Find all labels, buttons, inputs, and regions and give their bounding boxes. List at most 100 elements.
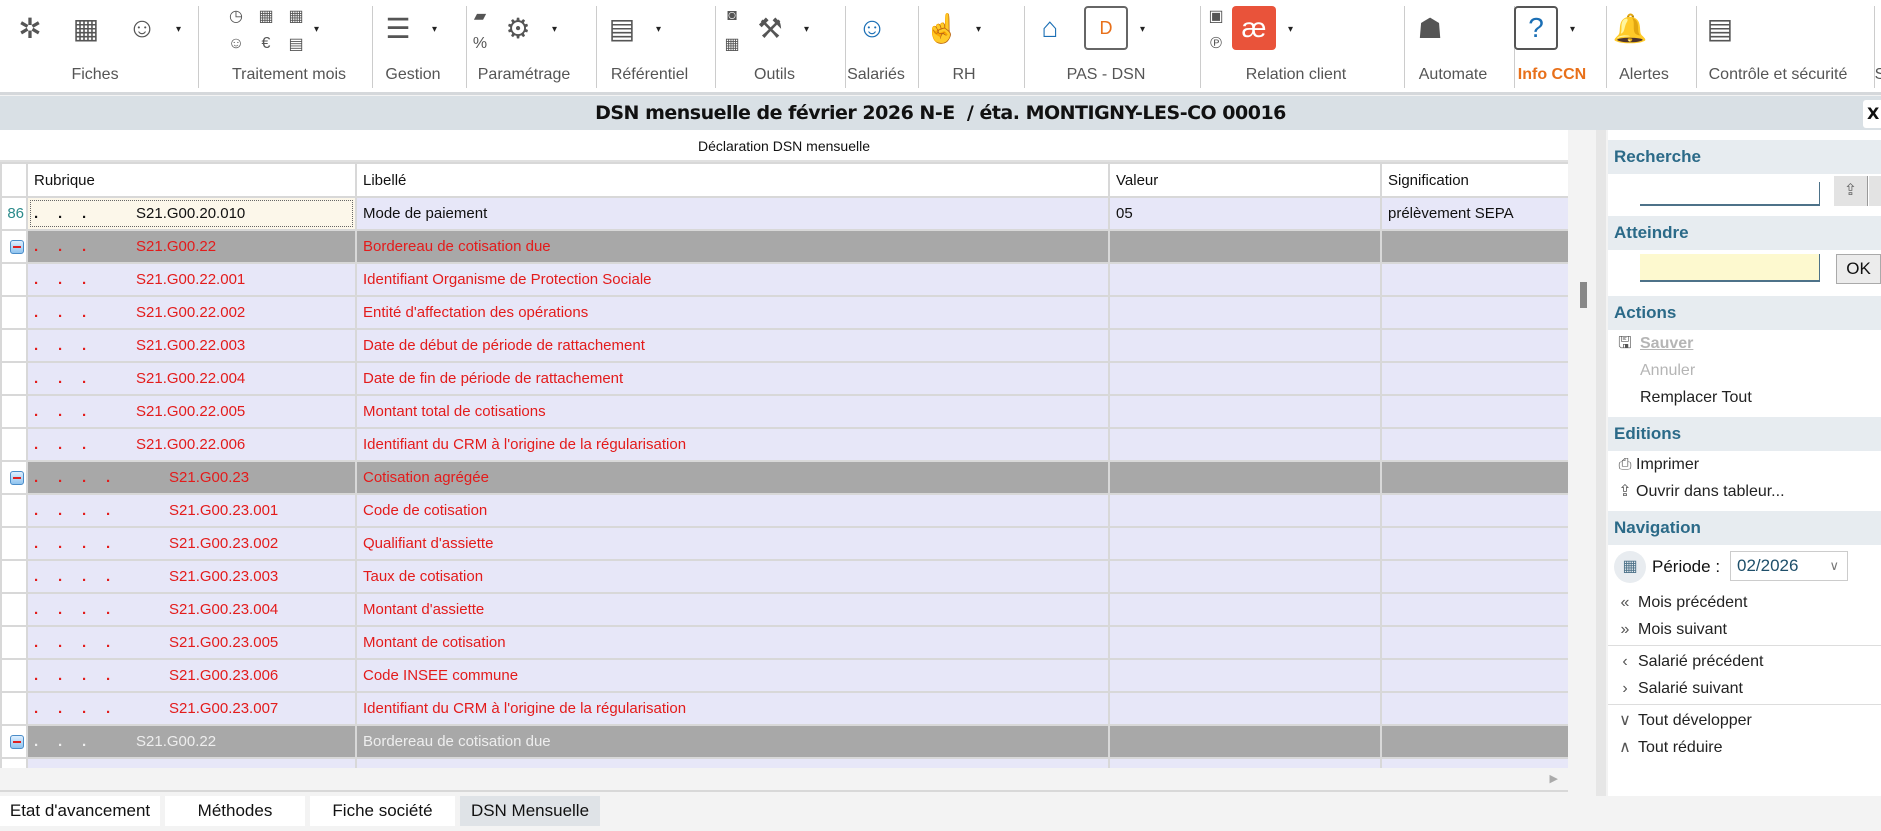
dropdown-caret-icon[interactable]: ▾: [1288, 24, 1293, 35]
goto-input[interactable]: [1640, 254, 1820, 282]
toolbar-group-label[interactable]: Info CCN: [1506, 66, 1598, 84]
gears-icon[interactable]: ⚙: [496, 6, 540, 50]
cell-signification[interactable]: [1380, 394, 1570, 429]
cell-signification[interactable]: [1380, 361, 1570, 396]
cell-libelle[interactable]: Identifiant du CRM à l'origine de la rég…: [355, 691, 1110, 726]
goto-ok-button[interactable]: OK: [1836, 254, 1881, 284]
table-row[interactable]: .... S21.G00.23.007 Identifiant du CRM à l…: [0, 691, 1570, 726]
table-row[interactable]: 86... S21.G00.20.010 Mode de paiement 05 pré…: [0, 196, 1570, 231]
collapse-minus-icon[interactable]: [10, 735, 24, 750]
dsn-icon[interactable]: D: [1084, 6, 1128, 50]
table-group-row[interactable]: ... S21.G00.22 Bordereau de cotisation due: [0, 724, 1570, 759]
table-row[interactable]: .... S21.G00.23.005 Montant de cotisation: [0, 625, 1570, 660]
table-row[interactable]: .... S21.G00.23.001 Code de cotisation: [0, 493, 1570, 528]
cell-rubrique[interactable]: .... S21.G00.23.001: [26, 493, 357, 528]
cell-rubrique[interactable]: .... S21.G00.23.004: [26, 592, 357, 627]
robot-icon[interactable]: ☗: [1408, 6, 1452, 50]
tools-icon[interactable]: ⚒: [748, 6, 792, 50]
person-card-icon[interactable]: ☺: [120, 6, 164, 50]
cell-libelle[interactable]: Mode de paiement: [355, 196, 1110, 231]
dropdown-caret-icon[interactable]: ▾: [656, 24, 661, 35]
folder-eye-icon[interactable]: ▰: [468, 4, 492, 28]
cell-libelle[interactable]: Qualifiant d'assiette: [355, 526, 1110, 561]
people-icon[interactable]: ☺: [850, 6, 894, 50]
network-icon[interactable]: ✲: [8, 6, 52, 50]
table-row[interactable]: ... S21.G00.22.001 Identifiant Organisme d…: [0, 262, 1570, 297]
cell-valeur[interactable]: [1108, 526, 1382, 561]
cell-signification[interactable]: [1380, 724, 1570, 759]
open-spreadsheet-action[interactable]: ⇪ Ouvrir dans tableur...: [1608, 478, 1881, 505]
table-group-row[interactable]: ... S21.G00.22 Bordereau de cotisation due: [0, 229, 1570, 264]
dropdown-caret-icon[interactable]: ▾: [976, 24, 981, 35]
toolbar-group-label[interactable]: Paramétrage: [460, 66, 588, 84]
person-edit-icon[interactable]: ☺: [224, 32, 248, 56]
cell-valeur[interactable]: [1108, 592, 1382, 627]
clock-check-icon[interactable]: ◷: [224, 4, 248, 28]
cell-signification[interactable]: [1380, 427, 1570, 462]
search-export-button[interactable]: ⇪: [1834, 176, 1868, 206]
period-select[interactable]: 02/2026 ∨: [1730, 551, 1848, 581]
save-action[interactable]: 🖫 Sauver: [1608, 330, 1881, 357]
panel-splitter[interactable]: [1596, 130, 1606, 796]
cell-signification[interactable]: [1380, 658, 1570, 693]
book-search-icon[interactable]: ▤: [600, 6, 644, 50]
close-button[interactable]: X: [1863, 100, 1881, 128]
cell-rubrique[interactable]: ... S21.G00.22.006: [26, 427, 357, 462]
cell-libelle[interactable]: Entité d'affectation des opérations: [355, 295, 1110, 330]
toolbar-group-label[interactable]: Relation client: [1196, 66, 1396, 84]
tab-etat-d-avancement[interactable]: Etat d'avancement: [0, 796, 160, 826]
cell-rubrique[interactable]: ... S21.G00.22: [26, 229, 357, 264]
cell-valeur[interactable]: [1108, 559, 1382, 594]
toolbar-group-label[interactable]: Contrôle et sécurité: [1690, 66, 1866, 84]
tab-dsn-mensuelle[interactable]: DSN Mensuelle: [460, 796, 600, 826]
table-row[interactable]: ... S21.G00.22.003 Date de début de périod…: [0, 328, 1570, 363]
dropdown-caret-icon[interactable]: ▾: [314, 24, 319, 35]
cell-rubrique[interactable]: .... S21.G00.23.006: [26, 658, 357, 693]
collapse-all-action[interactable]: ∧ Tout réduire: [1608, 734, 1881, 761]
toolbar-group-label[interactable]: Fiches: [0, 66, 190, 84]
document-eye-icon[interactable]: ◙: [720, 4, 744, 28]
cell-valeur[interactable]: [1108, 658, 1382, 693]
dropdown-caret-icon[interactable]: ▾: [804, 24, 809, 35]
toolbar-group-label[interactable]: Référentiel: [592, 66, 707, 84]
cell-libelle[interactable]: Montant d'assiette: [355, 592, 1110, 627]
folder-percent-icon[interactable]: %: [468, 32, 492, 56]
scroll-right-arrow-icon[interactable]: ▶: [1550, 772, 1558, 785]
collapse-toggle[interactable]: [0, 724, 28, 759]
cell-valeur[interactable]: [1108, 229, 1382, 264]
cell-valeur[interactable]: [1108, 328, 1382, 363]
tab-fiche-soci-t-[interactable]: Fiche société: [310, 796, 455, 826]
collapse-minus-icon[interactable]: [10, 471, 24, 486]
cell-signification[interactable]: [1380, 559, 1570, 594]
replace-all-action[interactable]: Remplacer Tout: [1608, 384, 1881, 411]
cell-valeur[interactable]: [1108, 625, 1382, 660]
collapse-toggle[interactable]: [0, 229, 28, 264]
cell-valeur[interactable]: [1108, 394, 1382, 429]
cell-libelle[interactable]: Date de début de période de rattachement: [355, 328, 1110, 363]
dropdown-caret-icon[interactable]: ▾: [552, 24, 557, 35]
cell-signification[interactable]: [1380, 328, 1570, 363]
cell-signification[interactable]: [1380, 691, 1570, 726]
toolbar-group-label[interactable]: Salariés: [842, 66, 910, 84]
cell-libelle[interactable]: Date de fin de période de rattachement: [355, 361, 1110, 396]
search-next-button[interactable]: [1869, 176, 1881, 206]
cell-rubrique[interactable]: .... S21.G00.23.005: [26, 625, 357, 660]
cell-signification[interactable]: prélèvement SEPA: [1380, 196, 1570, 231]
toolbar-group-label[interactable]: RH: [912, 66, 1016, 84]
cell-libelle[interactable]: Code de cotisation: [355, 493, 1110, 528]
cell-signification[interactable]: [1380, 295, 1570, 330]
checklist-edit-icon[interactable]: ☰: [376, 6, 420, 50]
cell-valeur[interactable]: [1108, 724, 1382, 759]
toolbar-group-label[interactable]: S: [1870, 66, 1881, 84]
column-header-valeur[interactable]: Valeur: [1108, 162, 1382, 198]
euro-edit-icon[interactable]: €: [254, 32, 278, 56]
cell-libelle[interactable]: Identifiant Organisme de Protection Soci…: [355, 262, 1110, 297]
toolbar-group-label[interactable]: Outils: [712, 66, 837, 84]
cell-valeur[interactable]: [1108, 295, 1382, 330]
prev-employee-action[interactable]: ‹ Salarié précédent: [1608, 648, 1881, 675]
print-action[interactable]: ⎙ Imprimer: [1608, 451, 1881, 478]
cell-valeur[interactable]: [1108, 361, 1382, 396]
hand-person-icon[interactable]: ☝: [920, 6, 964, 50]
cell-signification[interactable]: [1380, 460, 1570, 495]
cell-signification[interactable]: [1380, 526, 1570, 561]
